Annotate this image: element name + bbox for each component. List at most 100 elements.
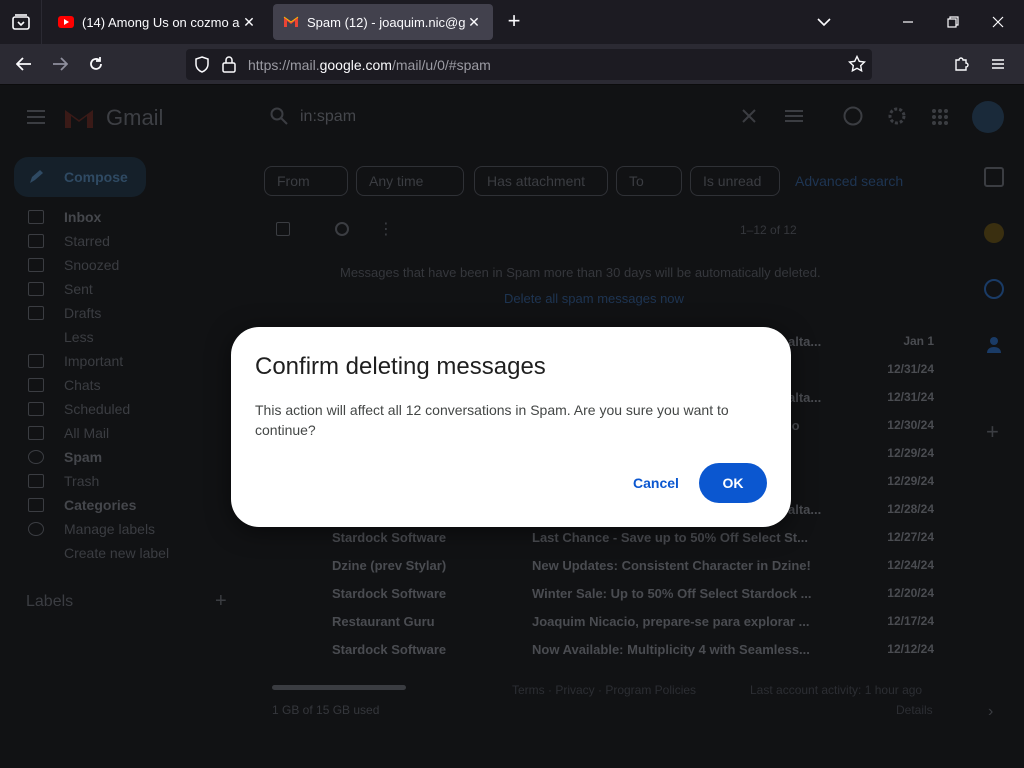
forward-arrow-icon [53,57,68,71]
help-icon[interactable] [843,106,863,126]
clear-search-icon[interactable] [742,109,756,123]
details-link[interactable]: Details [896,703,933,717]
back-button[interactable] [10,50,38,78]
sidebar-item-sent[interactable]: Sent [28,279,93,299]
pagination-text: 1–12 of 12 [740,223,797,237]
sidebar-item-trash[interactable]: Trash [28,471,99,491]
filter-is-unread[interactable]: Is unread [690,166,780,196]
gmail-logo[interactable]: Gmail [106,105,163,131]
lock-icon[interactable] [222,56,236,73]
restore-button[interactable] [931,0,975,44]
close-tab-icon[interactable]: ✕ [240,14,258,31]
send-icon [28,282,44,296]
table-row[interactable]: Restaurant Guru Joaquim Nicacio, prepare-… [268,607,948,635]
minimize-icon [903,21,913,23]
sidebar-item-less[interactable]: Less [28,327,94,347]
scheduled-icon [28,402,44,416]
filter-from[interactable]: From [264,166,348,196]
sidebar-item-categories[interactable]: Categories [28,495,136,515]
sidebar-item-starred[interactable]: Starred [28,231,110,251]
sidebar-item-drafts[interactable]: Drafts [28,303,101,323]
gmail-logo-icon [65,110,93,128]
menu-button[interactable] [984,50,1012,78]
sidebar-item-chats[interactable]: Chats [28,375,101,395]
reload-button[interactable] [82,50,110,78]
ok-button[interactable]: OK [699,463,767,503]
close-window-button[interactable] [976,0,1020,44]
table-row[interactable]: Stardock Software Now Available: Multipli… [268,635,948,663]
table-row[interactable]: Stardock Software Last Chance - Save up t… [268,523,948,551]
sidebar-item-important[interactable]: Important [28,351,123,371]
clock-icon [28,258,44,272]
sidebar-item-all-mail[interactable]: All Mail [28,423,109,443]
sidebar-item-snoozed[interactable]: Snoozed [28,255,119,275]
filter-any-time[interactable]: Any time [356,166,464,196]
cancel-button[interactable]: Cancel [623,463,689,503]
tab-list-button[interactable] [0,0,42,44]
tasks-icon[interactable] [984,279,1004,299]
settings-gear-icon[interactable] [887,106,907,126]
search-input[interactable]: in:spam [300,108,356,126]
tab-youtube[interactable]: (14) Among Us on cozmo anki ✕ [48,4,268,40]
youtube-icon [58,16,74,28]
get-add-ons-icon[interactable]: + [986,419,999,445]
plus-icon [28,546,44,560]
sidebar-item-create-label[interactable]: Create new label [28,543,169,563]
storage-text: 1 GB of 15 GB used [272,703,380,717]
chat-icon [28,378,44,392]
keep-icon[interactable] [984,223,1004,243]
important-icon [28,354,44,368]
browser-navbar: https://mail.google.com/mail/u/0/#spam [0,44,1024,85]
confirm-delete-dialog: Confirm deleting messages This action wi… [231,327,791,527]
shield-icon[interactable] [194,56,210,73]
pencil-icon [30,170,43,183]
sidebar-item-manage-labels[interactable]: Manage labels [28,519,155,539]
contacts-icon[interactable] [984,335,1004,355]
minimize-button[interactable] [886,0,930,44]
main-menu-icon[interactable] [26,110,46,124]
sidebar-item-spam[interactable]: Spam [28,447,102,467]
close-tab-icon[interactable]: ✕ [465,14,483,31]
chevron-right-icon[interactable]: › [988,703,993,721]
sidebar-item-scheduled[interactable]: Scheduled [28,399,130,419]
forward-button[interactable] [46,50,74,78]
apps-grid-icon[interactable] [931,108,949,126]
search-icon[interactable] [270,107,288,125]
new-tab-button[interactable]: + [502,10,526,34]
more-options-icon[interactable]: ⋮ [378,219,394,239]
footer-links[interactable]: Terms · Privacy · Program Policies [512,683,696,697]
tab-overflow-button[interactable] [802,0,846,44]
tab-gmail[interactable]: Spam (12) - joaquim.nic@gmai ✕ [273,4,493,40]
label-icon [28,498,44,512]
close-icon [992,16,1004,28]
gmail-icon [283,16,299,27]
filter-to[interactable]: To [616,166,682,196]
star-icon [28,234,44,248]
select-all-checkbox[interactable] [276,222,290,236]
draft-icon [28,306,44,320]
avatar[interactable] [972,101,1004,133]
calendar-icon[interactable] [984,167,1004,187]
star-bookmark-icon[interactable] [848,55,866,73]
table-row[interactable]: Stardock Software Winter Sale: Up to 50% … [268,579,948,607]
dialog-message: This action will affect all 12 conversat… [255,402,729,438]
back-arrow-icon [16,57,31,71]
url-text[interactable]: https://mail.google.com/mail/u/0/#spam [248,57,491,73]
restore-icon [947,16,959,28]
advanced-search-link[interactable]: Advanced search [795,173,903,189]
sidebar-item-inbox[interactable]: Inbox [28,207,101,227]
last-activity: Last account activity: 1 hour ago [750,683,923,697]
table-row[interactable]: Dzine (prev Stylar) New Updates: Consiste… [268,551,948,579]
delete-all-spam-link[interactable]: Delete all spam messages now [504,291,684,306]
add-label-icon[interactable]: + [215,590,227,613]
refresh-icon[interactable] [334,221,350,237]
gear-icon [28,522,44,536]
tab-title: (14) Among Us on cozmo anki [82,14,240,30]
url-bar[interactable]: https://mail.google.com/mail/u/0/#spam [186,49,872,80]
browser-tabbar: (14) Among Us on cozmo anki ✕ Spam (12) … [0,0,1024,44]
extensions-button[interactable] [948,50,976,78]
dialog-title: Confirm deleting messages [255,353,546,380]
list-all-tabs-icon [11,14,30,30]
search-options-icon[interactable] [784,107,804,125]
filter-has-attachment[interactable]: Has attachment [474,166,608,196]
